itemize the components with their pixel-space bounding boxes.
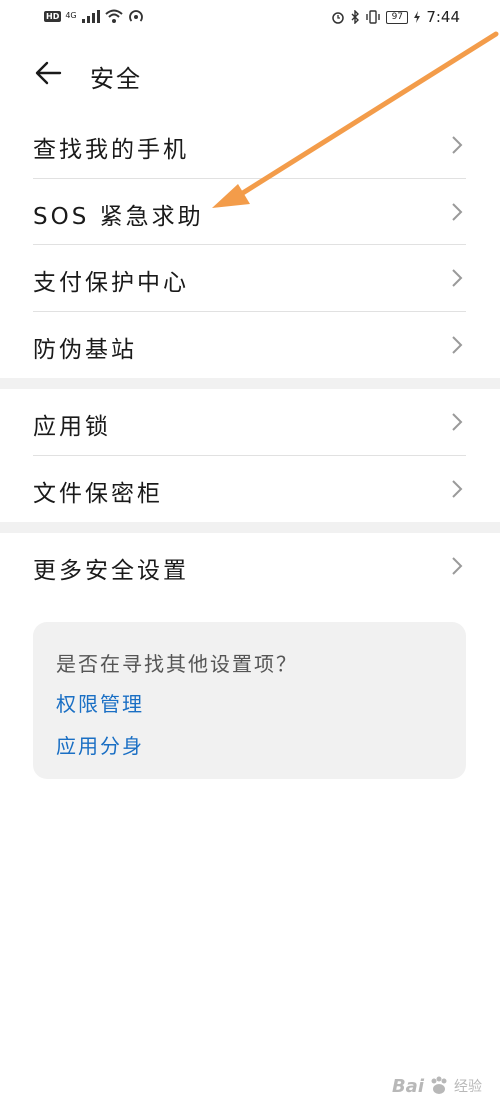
menu-item-label: 查找我的手机: [33, 137, 189, 163]
menu-item-more-security-settings[interactable]: 更多安全设置: [0, 533, 500, 599]
vibrate-icon: [366, 10, 381, 24]
suggestion-card: 是否在寻找其他设置项？ 权限管理 应用分身: [33, 622, 466, 779]
suggestion-title: 是否在寻找其他设置项？: [56, 652, 298, 676]
chevron-right-icon: [452, 269, 463, 287]
menu-item-file-safe[interactable]: 文件保密柜: [0, 456, 500, 522]
menu-item-app-lock[interactable]: 应用锁: [0, 389, 500, 455]
menu-item-sos[interactable]: SOS 紧急求助: [0, 179, 500, 245]
status-right: 97 7:44: [331, 8, 460, 26]
menu-item-find-my-phone[interactable]: 查找我的手机: [0, 112, 500, 178]
wifi-icon: [104, 9, 123, 23]
section-separator: [0, 378, 500, 389]
section-separator: [0, 522, 500, 533]
paw-icon: [431, 1076, 447, 1094]
menu-item-label: 支付保护中心: [33, 270, 189, 296]
page-title: 安全: [90, 65, 142, 93]
status-left: HD 4G: [44, 8, 145, 24]
status-bar: HD 4G 97 7:44: [0, 0, 500, 36]
watermark: Bai 经验: [392, 1075, 482, 1097]
alarm-icon: [332, 12, 345, 24]
hotspot-icon: [128, 10, 143, 22]
link-permission-management[interactable]: 权限管理: [56, 688, 144, 717]
chevron-right-icon: [452, 557, 463, 575]
chevron-right-icon: [452, 203, 463, 221]
menu-item-anti-fake-base-station[interactable]: 防伪基站: [0, 312, 500, 378]
chevron-right-icon: [452, 336, 463, 354]
arrow-left-icon: [35, 61, 62, 85]
charging-icon: [414, 11, 421, 23]
network-type: 4G: [65, 11, 77, 20]
bluetooth-icon: [351, 10, 360, 24]
back-button[interactable]: [30, 58, 70, 88]
menu-item-label: 防伪基站: [33, 337, 137, 363]
menu-item-label: 应用锁: [33, 414, 111, 440]
hd-icon: HD: [44, 10, 62, 22]
signal-icon: [81, 10, 100, 23]
battery-icon: 97: [386, 10, 409, 24]
chevron-right-icon: [452, 136, 463, 154]
chevron-right-icon: [452, 480, 463, 498]
menu-item-label: 文件保密柜: [33, 481, 163, 507]
menu-item-label: 更多安全设置: [33, 558, 189, 584]
menu-item-payment-protection[interactable]: 支付保护中心: [0, 245, 500, 311]
menu-item-label: SOS 紧急求助: [33, 204, 204, 230]
clock: 7:44: [426, 8, 460, 26]
chevron-right-icon: [452, 413, 463, 431]
watermark-brand: Bai: [391, 1075, 424, 1097]
header: 安全: [0, 50, 500, 100]
link-app-twin[interactable]: 应用分身: [56, 730, 144, 759]
watermark-sub: 经验: [454, 1079, 482, 1095]
